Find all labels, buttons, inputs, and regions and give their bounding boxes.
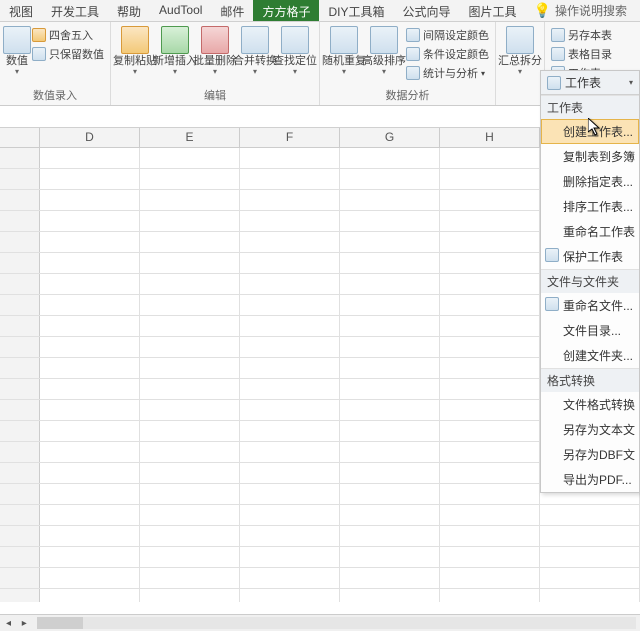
insert-icon — [161, 26, 189, 54]
worksheet-icon — [547, 76, 561, 90]
sheet-nav-bar: ◂ ▸ — [0, 614, 640, 631]
menu-delete-sheet[interactable]: 删除指定表... — [541, 169, 639, 194]
menu-format-convert[interactable]: 文件格式转换 — [541, 392, 639, 417]
num-value-icon — [3, 26, 31, 54]
find-locate-icon — [281, 26, 309, 54]
menu-section-files: 文件与文件夹 — [541, 269, 639, 293]
chevron-down-icon: ▾ — [213, 68, 217, 76]
batch-delete-icon — [201, 26, 229, 54]
find-locate-button[interactable]: 查找定位 ▾ — [275, 24, 315, 76]
col-header-d[interactable]: D — [40, 128, 140, 147]
rename-files-icon — [545, 297, 559, 311]
tab-diy-tools[interactable]: DIY工具箱 — [319, 0, 393, 21]
table-catalog-icon — [551, 47, 565, 61]
stats-analysis-button[interactable]: 统计与分析 ▾ — [404, 64, 491, 82]
num-value-button[interactable]: 数值 ▾ — [4, 24, 30, 76]
tab-mail[interactable]: 邮件 — [211, 0, 253, 21]
group-num-entry: 数值 ▾ 四舍五入 只保留数值 数值录入 — [0, 22, 111, 105]
tab-dev-tools[interactable]: 开发工具 — [42, 0, 108, 21]
summary-split-button[interactable]: 汇总拆分 ▾ — [500, 24, 540, 76]
chevron-down-icon: ▾ — [342, 68, 346, 76]
worksheet-dropdown-menu: 工作表 ▾ 工作表 创建工作表... 复制表到多簿 删除指定表... 排序工作表… — [540, 70, 640, 493]
menu-export-pdf[interactable]: 导出为PDF... — [541, 467, 639, 492]
menu-create-worksheet[interactable]: 创建工作表... — [541, 119, 639, 144]
table-row[interactable] — [0, 547, 640, 568]
menu-copy-to-workbooks[interactable]: 复制表到多簿 — [541, 144, 639, 169]
random-icon — [330, 26, 358, 54]
menu-create-folder[interactable]: 创建文件夹... — [541, 343, 639, 368]
save-as-table-button[interactable]: 另存本表 — [549, 26, 614, 44]
interval-color-button[interactable]: 间隔设定颜色 — [404, 26, 491, 44]
select-all-corner[interactable] — [0, 128, 40, 147]
tell-me-label: 操作说明搜索 — [555, 2, 627, 19]
table-row[interactable] — [0, 589, 640, 602]
group-analysis-label: 数据分析 — [324, 86, 491, 105]
lightbulb-icon: 💡 — [534, 2, 551, 19]
group-edit: 复制粘贴 ▾ 新增插入 ▾ 批量删除 ▾ 合并转换 ▾ 查找定位 ▾ — [111, 22, 320, 105]
tab-audtool[interactable]: AudTool — [150, 0, 211, 21]
chevron-down-icon: ▾ — [15, 68, 19, 76]
menu-protect-sheet[interactable]: 保护工作表 — [541, 244, 639, 269]
worksheet-menu-root[interactable]: 工作表 ▾ — [541, 71, 639, 95]
interval-color-icon — [406, 28, 420, 42]
col-header-e[interactable]: E — [140, 128, 240, 147]
horizontal-scrollbar[interactable] — [37, 617, 636, 629]
menu-file-catalog[interactable]: 文件目录... — [541, 318, 639, 343]
chevron-down-icon: ▾ — [173, 68, 177, 76]
col-header-g[interactable]: G — [340, 128, 440, 147]
menu-section-format: 格式转换 — [541, 368, 639, 392]
save-as-table-icon — [551, 28, 565, 42]
tab-image[interactable]: 图片工具 — [459, 0, 525, 21]
chevron-down-icon: ▾ — [629, 78, 633, 87]
chevron-down-icon: ▾ — [518, 68, 522, 76]
menu-rename-files[interactable]: 重命名文件... — [541, 293, 639, 318]
sheet-nav-arrows[interactable]: ◂ ▸ — [0, 618, 37, 629]
tab-help[interactable]: 帮助 — [108, 0, 150, 21]
chevron-down-icon: ▾ — [481, 69, 485, 78]
copy-paste-icon — [121, 26, 149, 54]
menu-rename-sheet[interactable]: 重命名工作表 — [541, 219, 639, 244]
table-row[interactable] — [0, 505, 640, 526]
col-header-f[interactable]: F — [240, 128, 340, 147]
scrollbar-thumb[interactable] — [37, 617, 83, 629]
insert-button[interactable]: 新增插入 ▾ — [155, 24, 195, 76]
col-header-h[interactable]: H — [440, 128, 540, 147]
stats-analysis-icon — [406, 66, 420, 80]
merge-convert-icon — [241, 26, 269, 54]
protect-sheet-icon — [545, 248, 559, 262]
chevron-down-icon: ▾ — [253, 68, 257, 76]
menu-save-as-dbf[interactable]: 另存为DBF文 — [541, 442, 639, 467]
keep-value-icon — [32, 47, 46, 61]
tab-ffgz[interactable]: 方方格子 — [253, 0, 319, 21]
table-row[interactable] — [0, 568, 640, 589]
group-summary: 汇总拆分 ▾ — [496, 22, 545, 105]
cond-color-icon — [406, 47, 420, 61]
merge-convert-button[interactable]: 合并转换 ▾ — [235, 24, 275, 76]
keep-value-button[interactable]: 只保留数值 — [30, 45, 106, 63]
copy-paste-button[interactable]: 复制粘贴 ▾ — [115, 24, 155, 76]
chevron-down-icon: ▾ — [133, 68, 137, 76]
menu-section-worksheet: 工作表 — [541, 95, 639, 119]
cond-color-button[interactable]: 条件设定颜色 — [404, 45, 491, 63]
chevron-down-icon: ▾ — [382, 68, 386, 76]
table-row[interactable] — [0, 526, 640, 547]
sort-icon — [370, 26, 398, 54]
round-button[interactable]: 四舍五入 — [30, 26, 106, 44]
tell-me-search[interactable]: 💡 操作说明搜索 — [526, 0, 635, 21]
round-icon — [32, 28, 46, 42]
summary-split-icon — [506, 26, 534, 54]
table-catalog-button[interactable]: 表格目录 — [549, 45, 614, 63]
menu-save-as-text[interactable]: 另存为文本文 — [541, 417, 639, 442]
sort-button[interactable]: 高级排序 ▾ — [364, 24, 404, 76]
group-analysis: 随机重复 ▾ 高级排序 ▾ 间隔设定颜色 条件设定颜色 统计与 — [320, 22, 496, 105]
batch-delete-button[interactable]: 批量删除 ▾ — [195, 24, 235, 76]
menu-sort-sheets[interactable]: 排序工作表... — [541, 194, 639, 219]
random-button[interactable]: 随机重复 ▾ — [324, 24, 364, 76]
tab-formula[interactable]: 公式向导 — [393, 0, 459, 21]
chevron-down-icon: ▾ — [293, 68, 297, 76]
tab-view[interactable]: 视图 — [0, 0, 42, 21]
group-edit-label: 编辑 — [115, 86, 315, 105]
group-num-entry-label: 数值录入 — [4, 86, 106, 105]
